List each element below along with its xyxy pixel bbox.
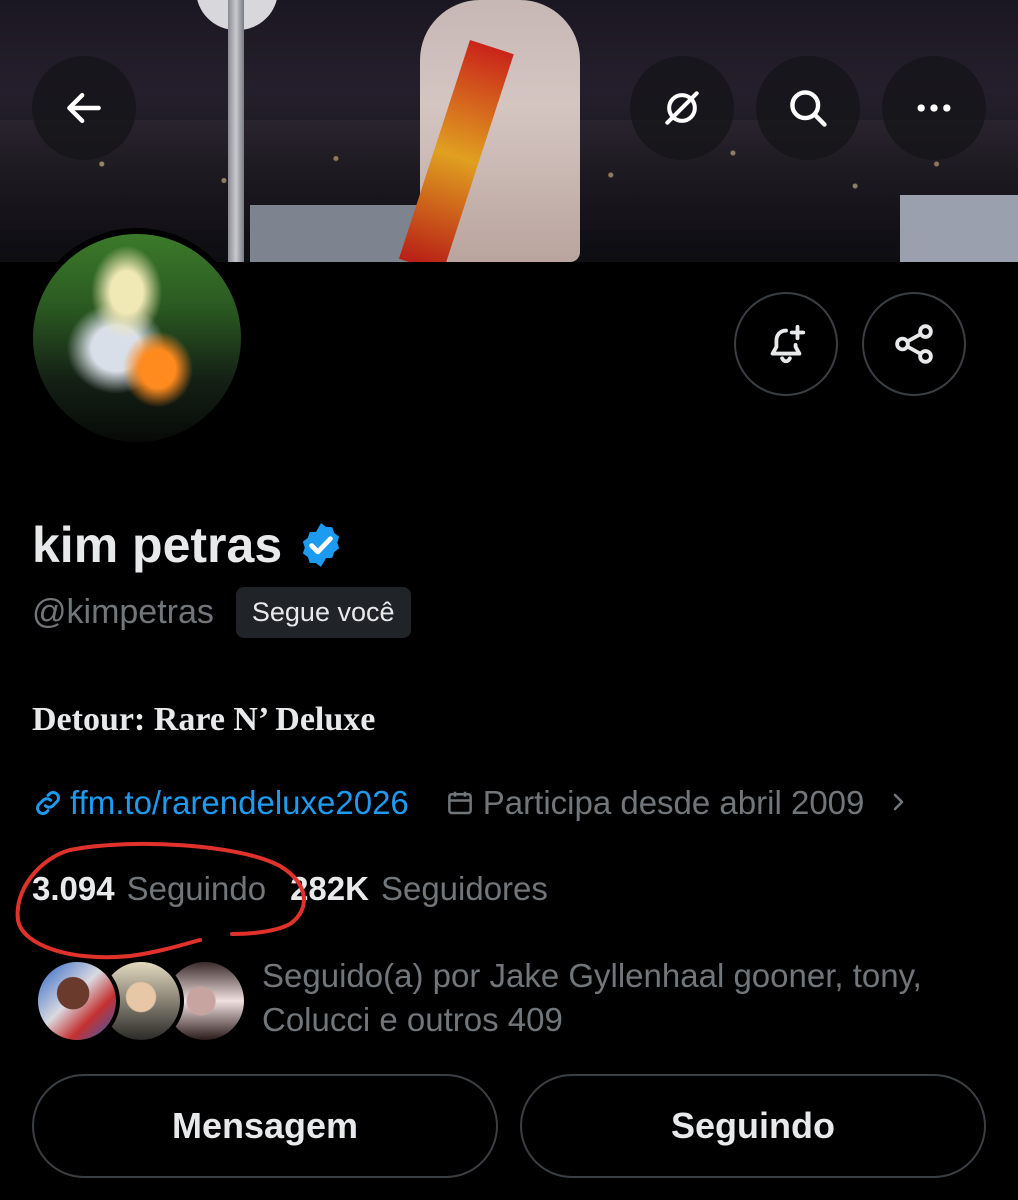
profile-bio: Detour: Rare N’ Deluxe bbox=[32, 701, 376, 738]
link-icon bbox=[36, 791, 60, 815]
display-name: kim petras bbox=[32, 517, 283, 573]
arrow-left-icon bbox=[67, 92, 101, 124]
following-button[interactable]: Seguindo bbox=[520, 1074, 986, 1178]
followers-count: 282K bbox=[290, 870, 369, 907]
follower-avatar-1 bbox=[34, 958, 120, 1044]
followers-stat[interactable]: 282K Seguidores bbox=[290, 870, 548, 908]
following-count: 3.094 bbox=[32, 870, 115, 907]
handle-row: @kimpetras Segue você bbox=[32, 587, 411, 638]
followed-by-row[interactable]: Seguido(a) por Jake Gyllenhaal gooner, t… bbox=[34, 950, 994, 1044]
follows-you-badge: Segue você bbox=[235, 587, 411, 638]
following-stat[interactable]: 3.094 Seguindo bbox=[32, 870, 266, 908]
profile-meta: ffm.to/rarendeluxe2026 Participa desde a… bbox=[32, 784, 910, 822]
username-handle: @kimpetras bbox=[32, 593, 214, 631]
grok-button[interactable] bbox=[630, 56, 734, 160]
share-icon bbox=[895, 324, 933, 364]
bell-plus-icon bbox=[770, 324, 806, 364]
grok-icon bbox=[665, 91, 699, 125]
banner-sign-post bbox=[228, 0, 244, 262]
joined-date-text: Participa desde abril 2009 bbox=[482, 784, 865, 821]
banner-wall bbox=[250, 205, 420, 262]
profile-link-text: ffm.to/rarendeluxe2026 bbox=[70, 784, 409, 821]
notifications-button[interactable] bbox=[734, 292, 838, 396]
calendar-icon bbox=[447, 791, 472, 815]
profile-link[interactable]: ffm.to/rarendeluxe2026 bbox=[32, 784, 409, 822]
banner-wall-right bbox=[900, 195, 1018, 262]
followers-label: Seguidores bbox=[380, 870, 548, 907]
following-label: Seguindo bbox=[126, 870, 267, 907]
profile-banner[interactable] bbox=[0, 0, 1018, 262]
verified-badge-icon[interactable] bbox=[296, 520, 346, 570]
name-row: kim petras bbox=[32, 516, 346, 574]
followed-by-text: Seguido(a) por Jake Gyllenhaal gooner, t… bbox=[262, 957, 922, 1038]
back-button[interactable] bbox=[32, 56, 136, 160]
message-button[interactable]: Mensagem bbox=[32, 1074, 498, 1178]
more-icon bbox=[917, 104, 951, 112]
profile-avatar[interactable] bbox=[27, 228, 247, 448]
more-button[interactable] bbox=[882, 56, 986, 160]
search-icon bbox=[790, 90, 827, 127]
search-button[interactable] bbox=[756, 56, 860, 160]
avatar-image bbox=[33, 234, 241, 442]
chevron-right-icon bbox=[872, 784, 910, 822]
follow-stats: 3.094 Seguindo 282K Seguidores bbox=[32, 870, 548, 908]
joined-date[interactable]: Participa desde abril 2009 bbox=[445, 784, 911, 822]
share-button[interactable] bbox=[862, 292, 966, 396]
